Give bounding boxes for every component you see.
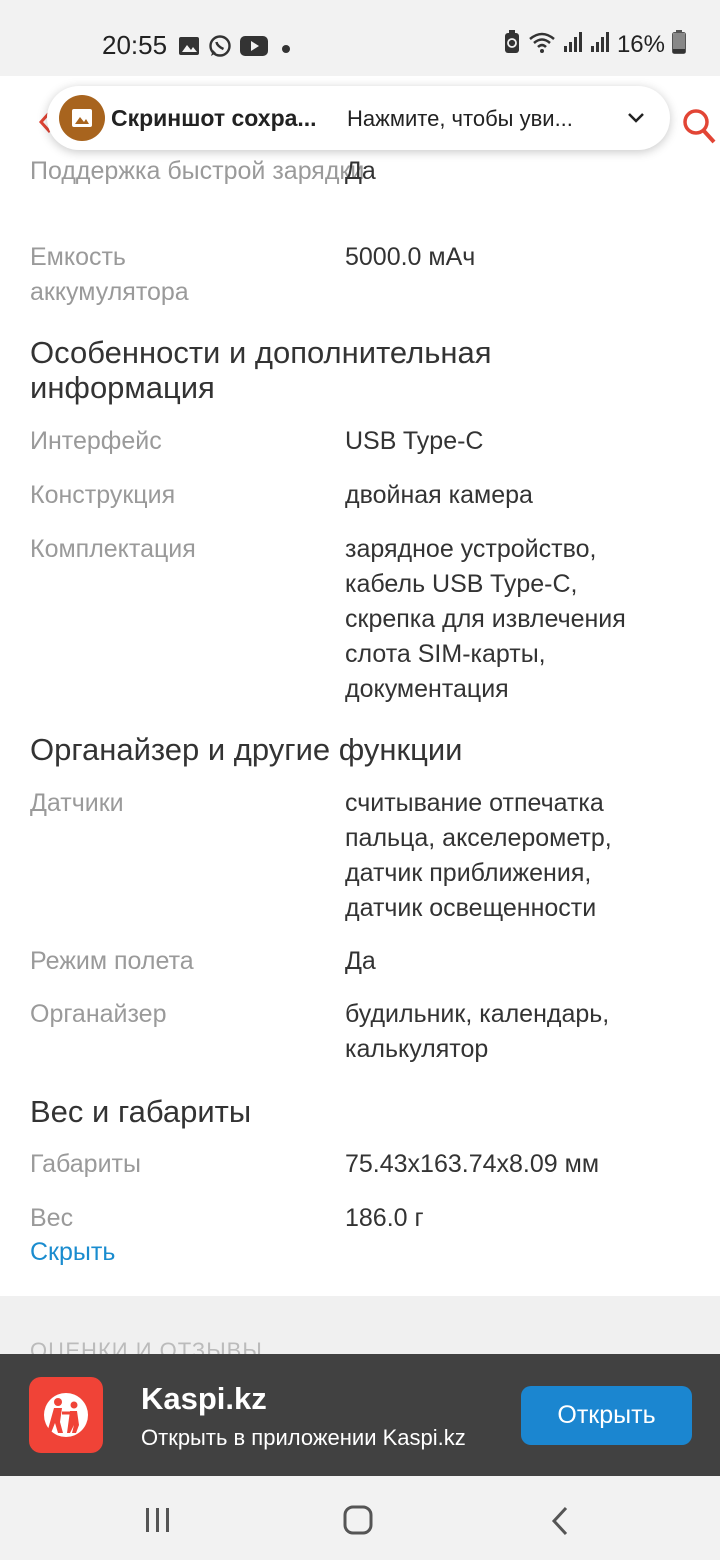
whatsapp-icon xyxy=(208,34,232,63)
reviews-section: ОЦЕНКИ И ОТЗЫВЫ xyxy=(0,1296,720,1354)
signal-icon xyxy=(563,31,583,58)
spec-value: зарядное устройство, кабель USB Type-C, … xyxy=(345,535,626,703)
spec-value: Да xyxy=(345,947,376,975)
spec-label: Вес xyxy=(30,1204,74,1232)
app-description: Открыть в приложении Kaspi.kz xyxy=(141,1425,466,1450)
spec-value: будильник, календарь, калькулятор xyxy=(345,1000,610,1063)
status-notification-icons xyxy=(178,34,290,63)
toast-action[interactable]: Нажмите, чтобы уви... xyxy=(347,106,573,132)
home-icon[interactable] xyxy=(342,1504,374,1541)
back-icon[interactable] xyxy=(548,1506,572,1541)
spec-label: Комплектация xyxy=(30,535,196,563)
specifications-list: Поддержка быстрой зарядки Да Емкость акк… xyxy=(0,76,720,1296)
kaspi-app-icon xyxy=(29,1377,103,1453)
battery-saver-icon xyxy=(503,30,521,59)
spec-value: 5000.0 мАч xyxy=(345,243,476,271)
spec-label: Органайзер xyxy=(30,1000,167,1028)
spec-value: 186.0 г xyxy=(345,1204,424,1232)
recents-icon[interactable] xyxy=(144,1506,172,1539)
spec-label: Емкость аккумулятора xyxy=(30,243,189,306)
status-bar: 20:55 16% xyxy=(0,0,720,76)
spec-value: Да xyxy=(345,157,376,185)
spec-label: Режим полета xyxy=(30,947,194,975)
section-title: Особенности и дополнительная информация xyxy=(30,335,492,405)
status-system-icons: 16% xyxy=(503,30,686,59)
spec-label: Габариты xyxy=(30,1150,141,1178)
chevron-down-icon[interactable] xyxy=(626,108,646,133)
spec-value: 75.43x163.74x8.09 мм xyxy=(345,1150,600,1178)
dot-icon xyxy=(282,40,290,58)
youtube-icon xyxy=(240,36,268,61)
spec-label: Датчики xyxy=(30,789,124,817)
spec-label: Поддержка быстрой зарядки xyxy=(30,157,365,185)
gallery-icon xyxy=(178,35,200,62)
status-time: 20:55 xyxy=(102,30,168,60)
spec-value: двойная камера xyxy=(345,481,533,509)
toast-title: Скриншот сохра... xyxy=(111,105,317,131)
spec-value: USB Type-C xyxy=(345,427,484,455)
signal-icon xyxy=(590,31,610,58)
battery-icon xyxy=(672,30,686,59)
section-title: Вес и габариты xyxy=(30,1094,252,1129)
screenshot-toast[interactable]: Скриншот сохра... Нажмите, чтобы уви... xyxy=(47,86,670,150)
spec-value: считывание отпечатка пальца, акселеромет… xyxy=(345,789,612,922)
app-name: Kaspi.kz xyxy=(141,1381,267,1416)
spec-label: Интерфейс xyxy=(30,427,162,455)
search-icon[interactable] xyxy=(682,106,716,151)
hide-specs-link[interactable]: Скрыть xyxy=(30,1238,115,1267)
spec-label: Конструкция xyxy=(30,481,176,509)
open-app-banner: Kaspi.kz Открыть в приложении Kaspi.kz О… xyxy=(0,1354,720,1476)
screenshot-thumbnail-icon xyxy=(59,95,105,141)
navigation-bar xyxy=(0,1476,720,1560)
wifi-icon xyxy=(528,30,556,59)
open-app-button[interactable]: Открыть xyxy=(521,1386,692,1445)
battery-percent: 16% xyxy=(616,30,665,58)
reviews-heading: ОЦЕНКИ И ОТЗЫВЫ xyxy=(30,1338,263,1354)
section-title: Органайзер и другие функции xyxy=(30,732,463,767)
